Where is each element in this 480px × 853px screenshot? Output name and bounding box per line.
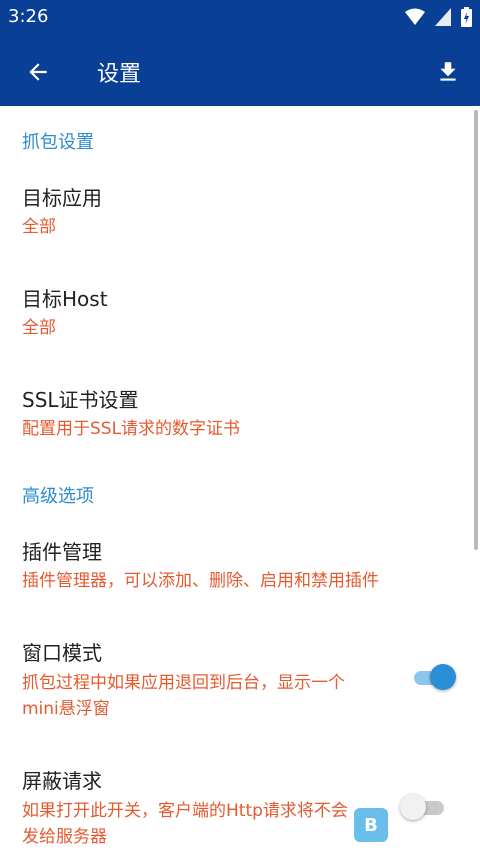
status-icons	[405, 6, 472, 28]
toggle-thumb	[430, 664, 456, 690]
arrow-back-icon	[29, 63, 47, 81]
download-icon	[440, 62, 456, 81]
page-title: 设置	[97, 62, 142, 87]
section-header-advanced: 高级选项	[22, 486, 94, 507]
pref-window-mode-title: 窗口模式	[22, 641, 102, 665]
scrollbar[interactable]	[474, 110, 478, 550]
signal-icon	[435, 8, 451, 26]
settings-list: 抓包设置 目标应用 全部 目标Host 全部 SSL证书设置 配置用于SSL请求…	[0, 106, 480, 853]
battery-icon	[461, 7, 472, 27]
pref-target-host-title: 目标Host	[22, 287, 108, 311]
pref-window-mode-summary-line2: mini悬浮窗	[22, 699, 110, 719]
wifi-icon	[405, 8, 425, 25]
pref-block-requests-summary-line2: 发给服务器	[22, 827, 107, 847]
pref-block-requests-summary-line1: 如果打开此开关，客户端的Http请求将不会	[22, 801, 348, 821]
section-header-capture: 抓包设置	[22, 132, 94, 153]
back-button[interactable]	[20, 54, 56, 90]
download-button[interactable]	[430, 54, 466, 90]
status-time: 3:26	[8, 6, 49, 27]
pref-plugins-summary: 插件管理器，可以添加、删除、启用和禁用插件	[22, 571, 379, 591]
toggle-thumb	[400, 794, 426, 820]
app-bar: 设置	[0, 34, 480, 106]
watermark-logo-glyph: B	[364, 814, 378, 836]
pref-target-host-summary: 全部	[22, 318, 56, 338]
pref-window-mode-summary-line1: 抓包过程中如果应用退回到后台，显示一个	[22, 673, 345, 693]
window-mode-toggle[interactable]	[410, 662, 458, 692]
block-requests-toggle[interactable]	[400, 792, 448, 822]
pref-plugins-title: 插件管理	[22, 540, 102, 564]
pref-ssl-summary: 配置用于SSL请求的数字证书	[22, 419, 241, 439]
pref-block-requests-title: 屏蔽请求	[22, 769, 102, 793]
pref-target-app-title: 目标应用	[22, 186, 102, 210]
pref-target-app-summary: 全部	[22, 217, 56, 237]
watermark-logo: B	[354, 808, 388, 842]
pref-ssl-title: SSL证书设置	[22, 388, 139, 412]
status-bar: 3:26	[0, 0, 480, 34]
